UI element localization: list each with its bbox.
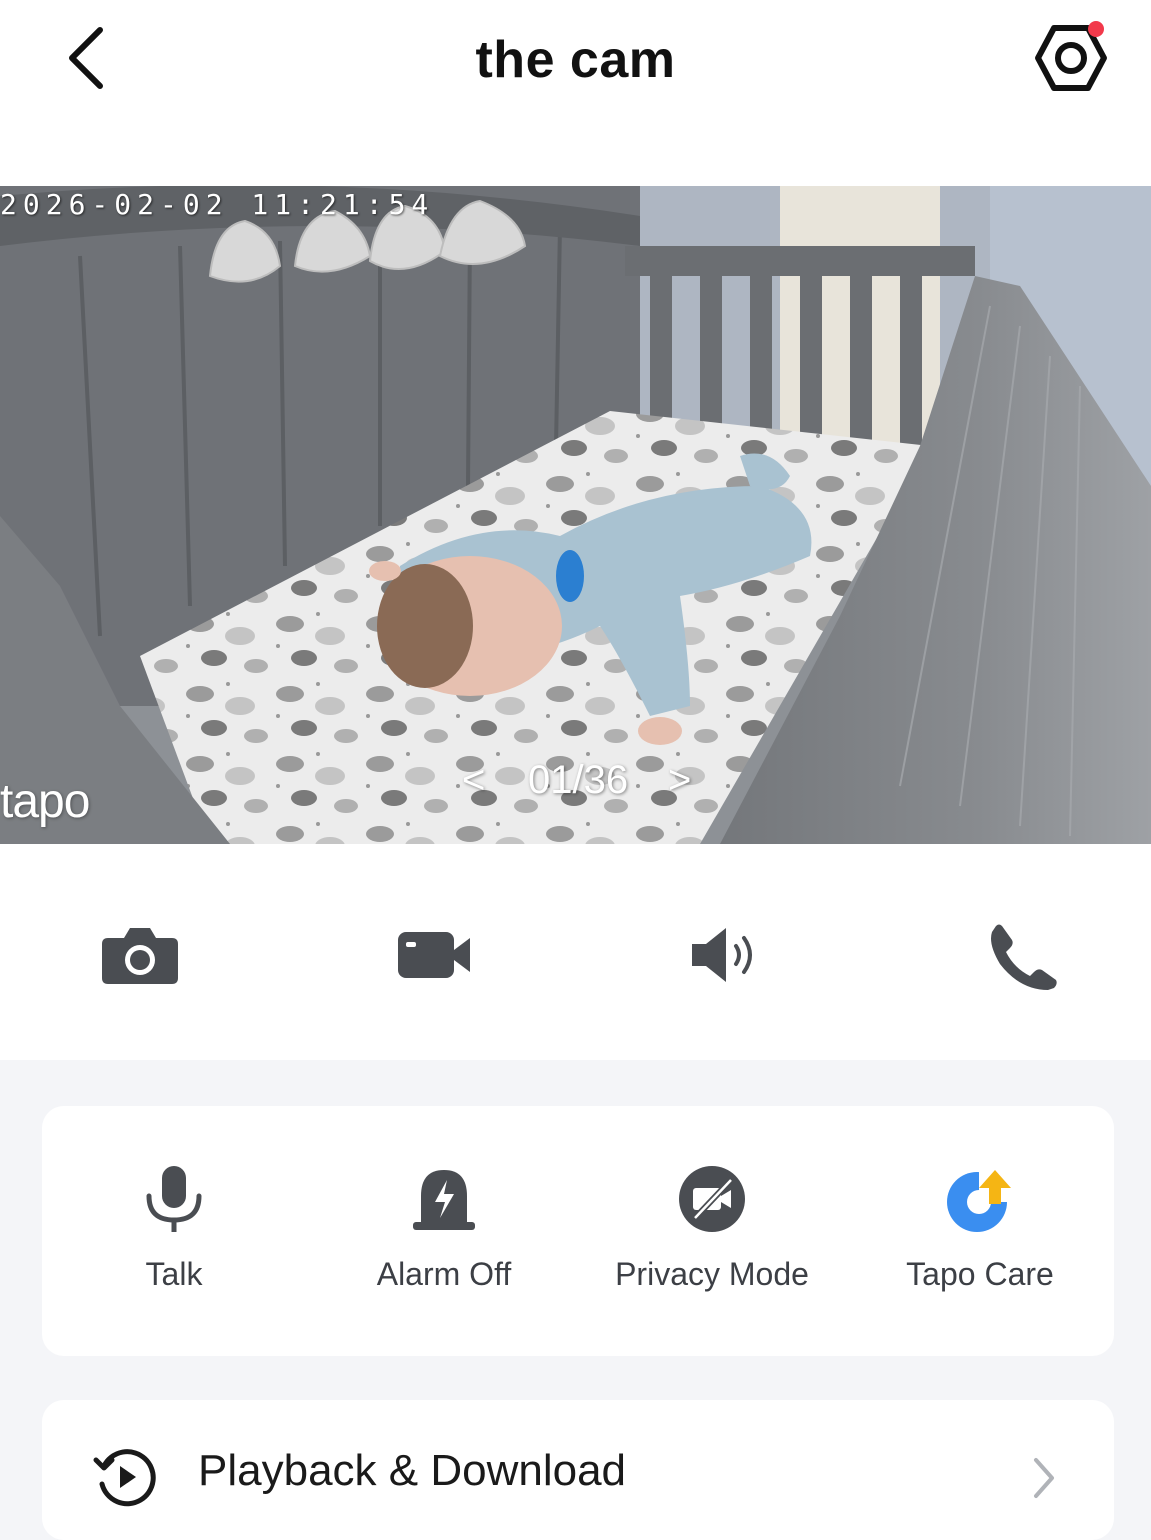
page-title: the cam — [475, 31, 676, 89]
privacy-mode-button[interactable]: Privacy Mode — [582, 1164, 842, 1304]
speaker-icon — [692, 928, 752, 982]
quick-controls — [0, 844, 1151, 1060]
alarm-label: Alarm Off — [376, 1256, 512, 1292]
chevron-right-icon — [1034, 1458, 1054, 1498]
alarm-button[interactable]: Alarm Off — [314, 1164, 574, 1304]
tapo-watermark: tapo — [0, 775, 90, 828]
clip-pager: < 01/36 > — [462, 758, 702, 808]
notification-dot — [1088, 21, 1104, 37]
tapo-care-label: Tapo Care — [906, 1256, 1054, 1292]
camera-feed[interactable]: 2026-02-02 11:21:54 tapo < 01/36 > — [0, 186, 1151, 844]
tapo-care-icon — [947, 1170, 1011, 1232]
talk-button[interactable]: Talk — [44, 1164, 304, 1304]
playback-download-row[interactable]: Playback & Download — [42, 1400, 1114, 1540]
call-button[interactable] — [980, 920, 1064, 990]
previous-clip-button[interactable]: < — [462, 758, 502, 803]
tapo-care-button[interactable]: Tapo Care — [850, 1164, 1110, 1304]
phone-icon — [991, 924, 1057, 990]
video-camera-icon — [398, 932, 470, 978]
feature-card: Talk Alarm Off Privacy Mode Tapo Care — [42, 1106, 1114, 1356]
camera-icon — [102, 928, 178, 984]
sound-button[interactable] — [686, 920, 770, 990]
playback-download-label: Playback & Download — [198, 1446, 627, 1495]
privacy-mode-icon — [679, 1166, 745, 1232]
timestamp-overlay: 2026-02-02 11:21:54 — [0, 188, 435, 221]
microphone-icon — [146, 1166, 202, 1232]
top-bar: the cam — [0, 0, 1151, 186]
next-clip-button[interactable]: > — [668, 758, 708, 803]
alarm-icon — [413, 1170, 475, 1230]
talk-label: Talk — [145, 1256, 203, 1292]
camera-feed-image — [0, 186, 1151, 844]
snapshot-button[interactable] — [98, 920, 182, 990]
clip-counter: 01/36 — [528, 758, 629, 802]
playback-icon — [93, 1449, 156, 1507]
record-button[interactable] — [392, 920, 476, 990]
privacy-mode-label: Privacy Mode — [615, 1256, 809, 1292]
